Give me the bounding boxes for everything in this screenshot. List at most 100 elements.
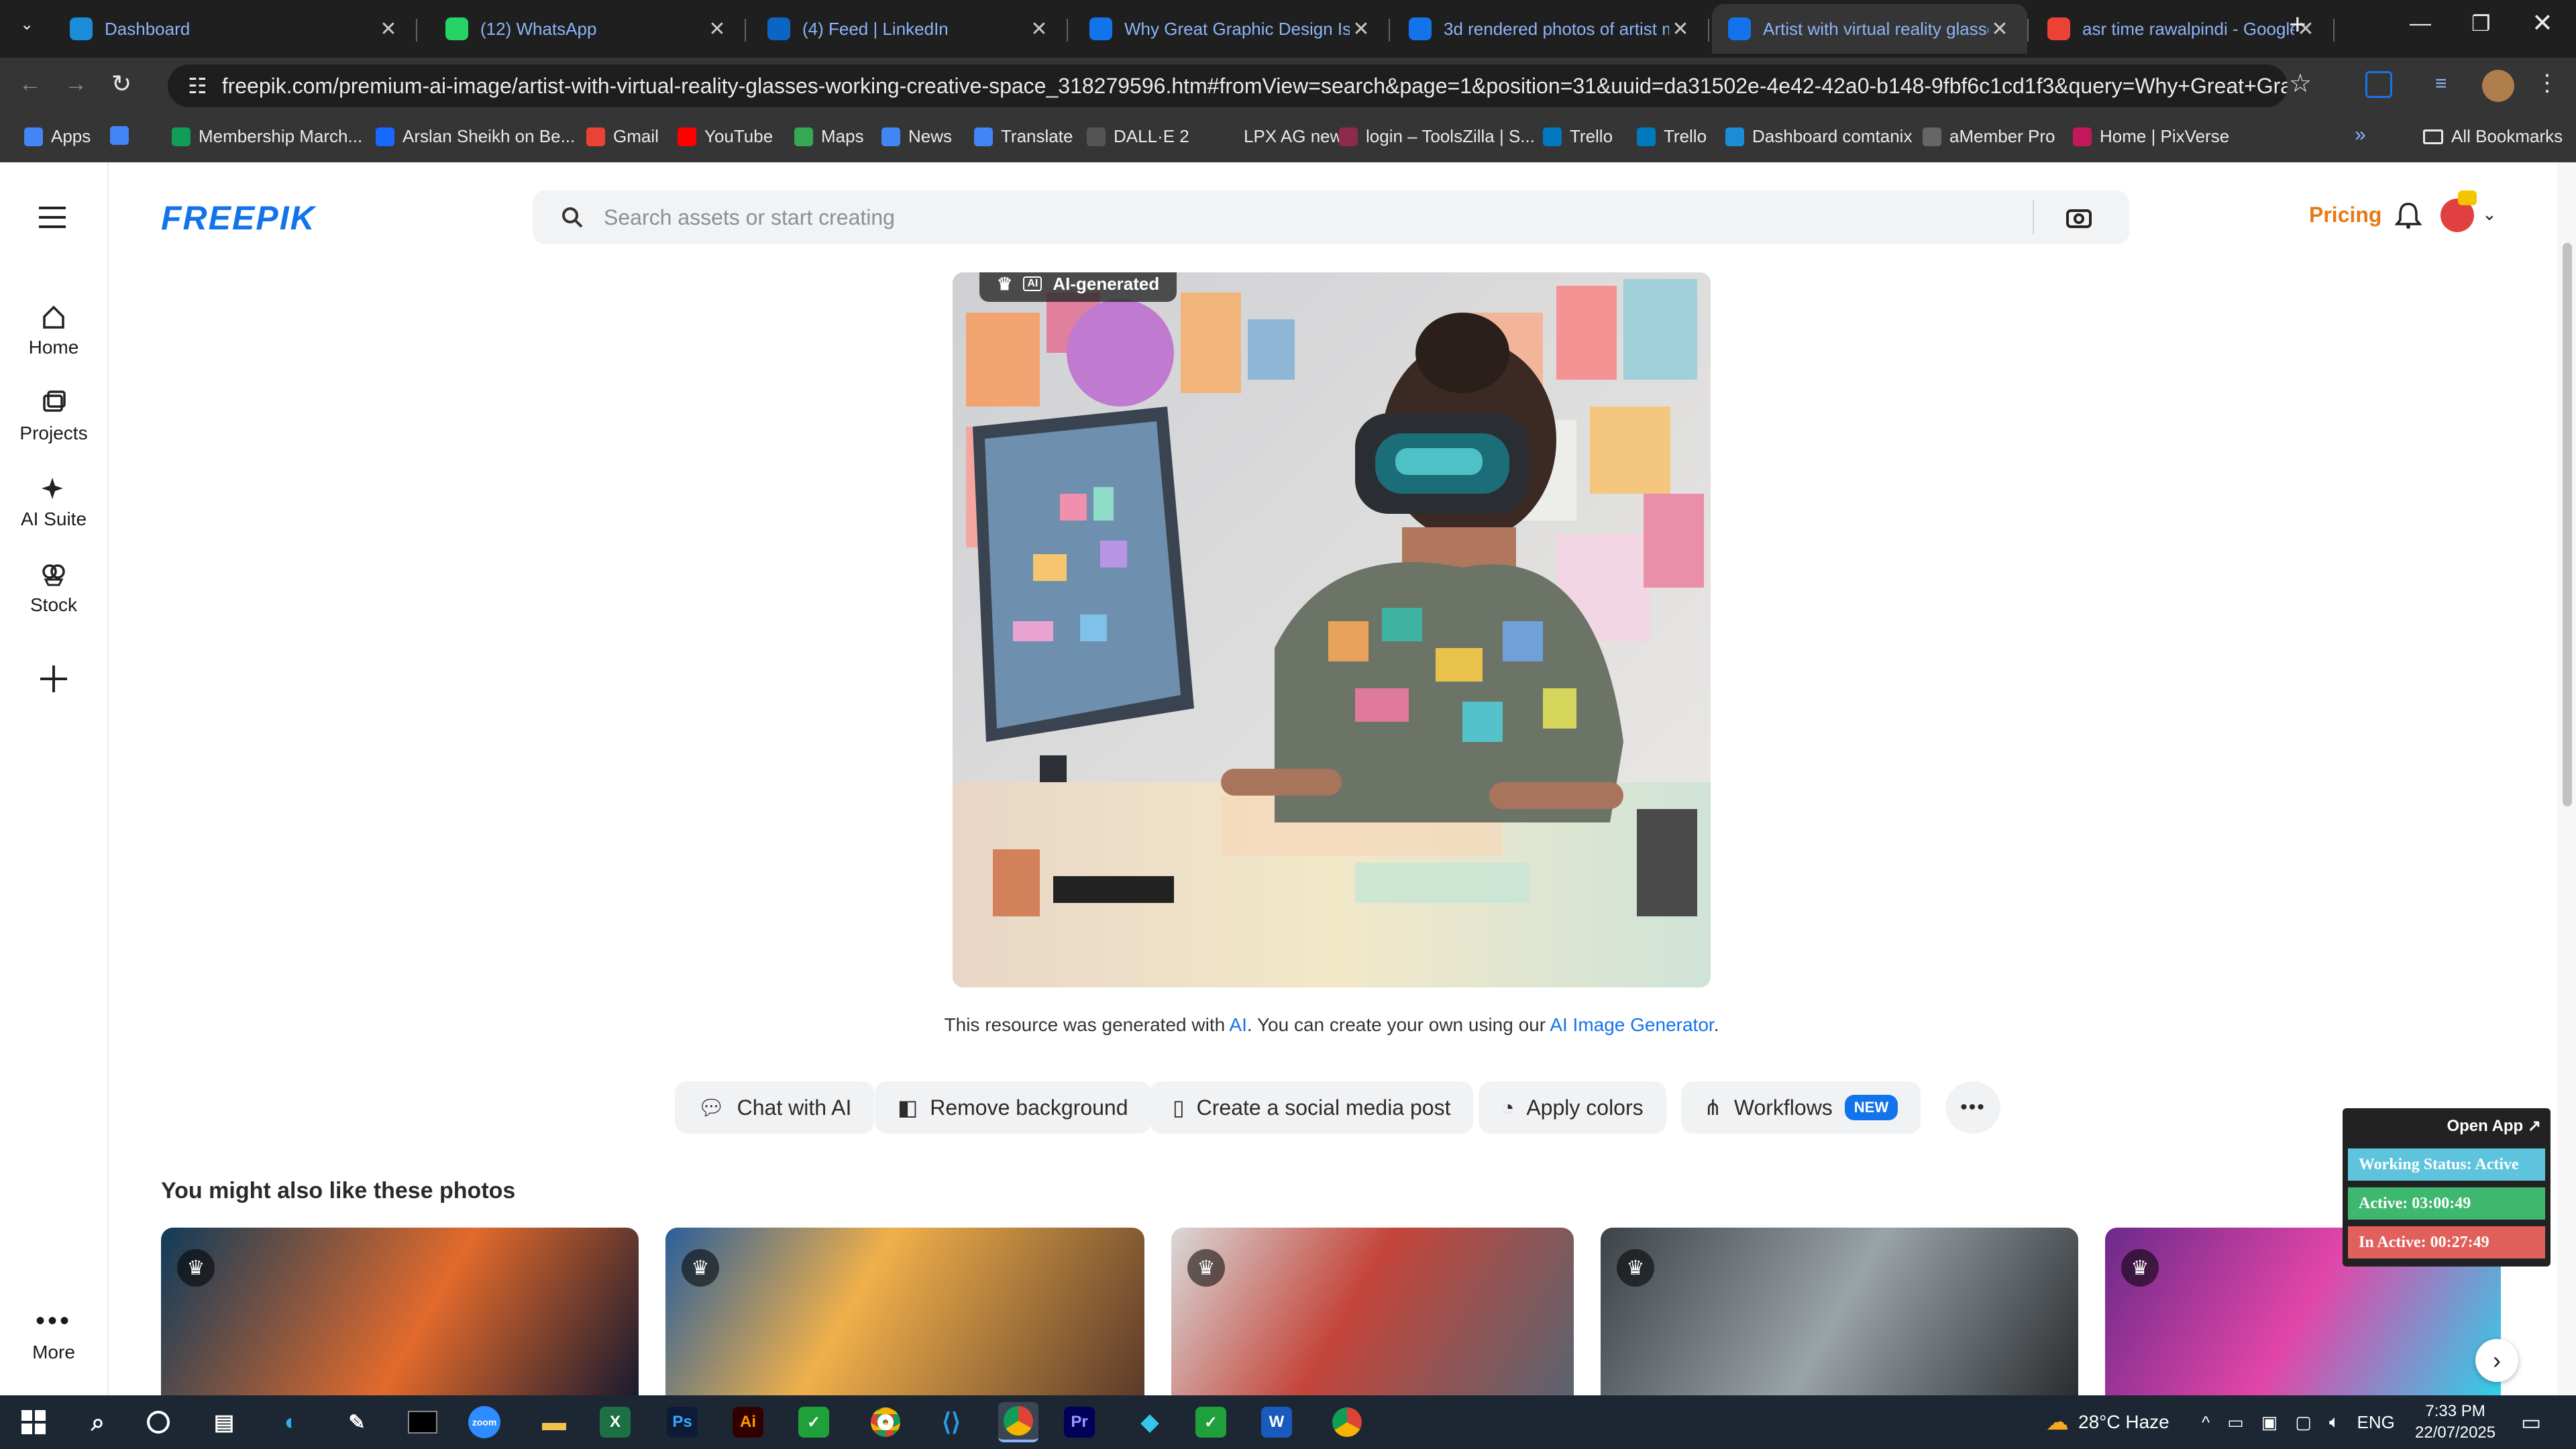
tray-chevron-up-icon[interactable]: ^ [2202, 1412, 2210, 1433]
volume-icon[interactable]: 🔈︎ [2329, 1411, 2340, 1433]
network-icon[interactable]: ▣ [2261, 1412, 2278, 1433]
nav-projects[interactable]: Projects [0, 389, 107, 444]
open-app-button[interactable]: Open App ↗ [2447, 1116, 2541, 1136]
search-taskbar-icon[interactable]: ⌕ [78, 1402, 118, 1442]
bookmark-17[interactable]: Home | PixVerse [2073, 126, 2229, 147]
tab-5[interactable]: 3d rendered photos of artist m ✕ [1393, 4, 1709, 54]
reload-button[interactable]: ↻ [111, 70, 131, 98]
tab-search-button[interactable]: ⌄ [13, 15, 40, 42]
illustrator-icon[interactable]: Ai [733, 1407, 763, 1438]
bookmark-6[interactable]: YouTube [678, 126, 773, 147]
blue-app-icon[interactable]: ◆ [1130, 1402, 1170, 1442]
bookmark-2[interactable] [110, 126, 137, 145]
address-bar[interactable]: ☷ freepik.com/premium-ai-image/artist-wi… [168, 64, 2288, 107]
scrollbar-thumb[interactable] [2563, 243, 2572, 806]
excel-icon[interactable]: X [600, 1407, 631, 1438]
freepik-logo[interactable]: FREEPIK [161, 199, 316, 237]
green-app-icon[interactable]: ✓ [798, 1407, 829, 1438]
similar-photo-1[interactable]: ♛ [161, 1228, 639, 1395]
nav-stock[interactable]: Stock [0, 561, 107, 616]
weather-widget[interactable]: ☁ 28°C Haze [2046, 1395, 2169, 1449]
chat-with-ai-button[interactable]: 💬︎ Chat with AI [675, 1081, 875, 1134]
site-info-icon[interactable]: ☷ [188, 73, 207, 99]
close-tab-icon[interactable]: ✕ [1350, 17, 1373, 41]
bookmark-11[interactable]: LPX AG new [1217, 126, 1342, 147]
remove-background-button[interactable]: ◧ Remove background [875, 1081, 1151, 1134]
premiere-icon[interactable]: Pr [1064, 1407, 1095, 1438]
green-app-2-icon[interactable]: ✓ [1195, 1407, 1226, 1438]
hamburger-menu-icon[interactable] [39, 205, 68, 233]
tab-6[interactable]: Artist with virtual reality glasses ✕ [1712, 4, 2029, 54]
hero-image[interactable]: ♛ AI AI-generated [953, 272, 1711, 987]
tab-1[interactable]: Dashboard ✕ [54, 4, 417, 54]
close-tab-icon[interactable]: ✕ [1028, 17, 1051, 41]
account-chevron-down-icon[interactable]: ⌄ [2482, 204, 2497, 225]
bookmark-9[interactable]: Translate [974, 126, 1073, 147]
pricing-link[interactable]: Pricing [2309, 203, 2381, 227]
bookmark-star-icon[interactable]: ☆ [2289, 68, 2312, 99]
nav-ai-suite[interactable]: AI Suite [0, 475, 107, 530]
tab-2[interactable]: (12) WhatsApp ✕ [429, 4, 746, 54]
windows-start-icon[interactable] [13, 1402, 54, 1442]
notification-bell-icon[interactable] [2394, 201, 2422, 233]
display-icon[interactable]: ▢ [2295, 1412, 2312, 1433]
chrome-2-icon[interactable] [1327, 1402, 1367, 1442]
close-tab-icon[interactable]: ✕ [1988, 17, 2011, 41]
vscode-icon[interactable]: ⟨⟩ [931, 1402, 971, 1442]
minimize-button[interactable]: — [2410, 11, 2431, 36]
new-tab-button[interactable]: + [2289, 8, 2306, 42]
edge-icon[interactable]: ◐ [271, 1402, 311, 1442]
cortana-icon[interactable] [138, 1402, 178, 1442]
chrome-icon[interactable] [865, 1402, 906, 1442]
forward-button[interactable]: → [64, 71, 87, 97]
nav-more[interactable]: ••• More [0, 1307, 107, 1363]
bookmark-15[interactable]: Dashboard comtanix [1725, 126, 1912, 147]
bookmark-8[interactable]: News [881, 126, 952, 147]
camera-icon[interactable] [2066, 207, 2092, 228]
pen-icon[interactable]: ✎ [337, 1402, 377, 1442]
clock[interactable]: 7:33 PM 22/07/2025 [2415, 1395, 2496, 1449]
similar-photo-3[interactable]: ♛ [1171, 1228, 1574, 1395]
bookmark-14[interactable]: Trello [1637, 126, 1707, 147]
extensions-icon[interactable] [2365, 71, 2392, 98]
page-scrollbar[interactable] [2557, 162, 2576, 1395]
terminal-icon[interactable] [402, 1402, 443, 1442]
create-a-social-media-post-button[interactable]: ▯ Create a social media post [1150, 1081, 1474, 1134]
bookmark-4[interactable]: Arslan Sheikh on Be... [376, 126, 575, 147]
restore-button[interactable]: ❐ [2471, 11, 2491, 36]
nav-home[interactable]: Home [0, 303, 107, 358]
add-icon[interactable] [27, 652, 80, 709]
more-actions-button[interactable]: ••• [1945, 1081, 2000, 1134]
similar-photo-2[interactable]: ♛ [665, 1228, 1144, 1395]
bookmarks-overflow-icon[interactable]: » [2355, 123, 2366, 146]
bookmark-12[interactable]: login – ToolsZilla | S... [1339, 126, 1535, 147]
bookmark-3[interactable]: Membership March... [172, 126, 362, 147]
bookmark-10[interactable]: DALL·E 2 [1087, 126, 1189, 147]
language-indicator[interactable]: ENG [2357, 1412, 2395, 1433]
media-control-icon[interactable]: ≡ [2435, 72, 2447, 95]
apply-colors-button[interactable]: ◔ Apply colors [1479, 1081, 1666, 1134]
word-icon[interactable]: W [1261, 1407, 1292, 1438]
zoom-icon[interactable]: zoom [468, 1406, 500, 1438]
close-tab-icon[interactable]: ✕ [706, 17, 729, 41]
bookmark-13[interactable]: Trello [1543, 126, 1613, 147]
all-bookmarks-button[interactable]: All Bookmarks [2423, 126, 2563, 147]
bookmark-5[interactable]: Gmail [586, 126, 659, 147]
ai-link[interactable]: AI [1229, 1014, 1246, 1035]
close-tab-icon[interactable]: ✕ [377, 17, 400, 41]
close-window-button[interactable]: ✕ [2532, 8, 2553, 38]
close-tab-icon[interactable]: ✕ [1669, 17, 1692, 41]
bookmark-7[interactable]: Maps [794, 126, 864, 147]
profile-avatar[interactable] [2482, 70, 2514, 102]
search-bar[interactable]: Search assets or start creating [533, 191, 2129, 244]
carousel-next-button[interactable]: › [2475, 1339, 2518, 1382]
bookmark-1[interactable]: Apps [24, 126, 91, 147]
file-explorer-icon[interactable]: ▬ [534, 1402, 574, 1442]
ai-image-generator-link[interactable]: AI Image Generator [1550, 1014, 1713, 1035]
tab-3[interactable]: (4) Feed | LinkedIn ✕ [751, 4, 1068, 54]
notifications-icon[interactable]: ▭ [2521, 1395, 2541, 1449]
browser-menu-icon[interactable]: ⋮ [2536, 70, 2559, 97]
tray-app-icon[interactable]: ▭ [2227, 1412, 2244, 1433]
similar-photo-4[interactable]: ♛ [1601, 1228, 2078, 1395]
task-view-icon[interactable]: ▤ [204, 1402, 244, 1442]
